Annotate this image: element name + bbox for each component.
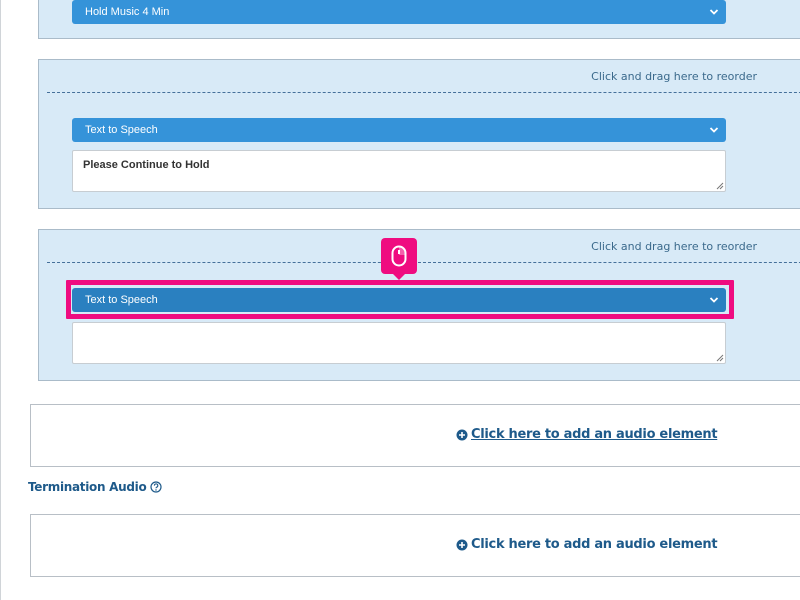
add-audio-element-label: Click here to add an audio element — [471, 427, 718, 442]
drag-divider-2 — [47, 92, 800, 93]
add-audio-element-link[interactable]: Click here to add an audio element — [456, 427, 718, 442]
click-indicator-tooltip — [381, 238, 417, 280]
chevron-down-icon — [709, 127, 719, 133]
audio-element-card-2[interactable]: Click and drag here to reorder Text to S… — [38, 59, 800, 209]
termination-audio-heading: Termination Audio — [28, 480, 163, 494]
drag-divider-3 — [47, 262, 800, 263]
audio-element-card-1: Hold Music 4 Min — [38, 0, 800, 39]
chevron-down-icon — [709, 9, 719, 15]
drag-handle-label-2[interactable]: Click and drag here to reorder — [39, 70, 777, 83]
tts-textarea-3[interactable] — [72, 322, 726, 364]
audio-type-select-1[interactable]: Hold Music 4 Min — [72, 0, 726, 24]
termination-add-audio-label: Click here to add an audio element — [471, 537, 718, 552]
audio-type-select-2-value: Text to Speech — [85, 124, 158, 136]
tts-textarea-2[interactable]: Please Continue to Hold — [72, 150, 726, 192]
audio-type-select-1-value: Hold Music 4 Min — [85, 6, 170, 18]
plus-circle-icon — [456, 429, 468, 440]
add-audio-element-box: Click here to add an audio element — [30, 404, 800, 467]
page-left-border — [0, 0, 1, 600]
mouse-icon — [391, 245, 407, 267]
termination-add-audio-link[interactable]: Click here to add an audio element — [456, 537, 718, 552]
audio-type-select-2[interactable]: Text to Speech — [72, 118, 726, 142]
click-target-highlight — [66, 280, 734, 319]
plus-circle-icon — [456, 539, 468, 550]
termination-add-audio-box: Click here to add an audio element — [30, 514, 800, 577]
resize-grip-icon[interactable] — [715, 181, 724, 190]
termination-audio-title: Termination Audio — [28, 480, 147, 494]
help-circle-icon[interactable] — [150, 481, 163, 493]
resize-grip-icon[interactable] — [715, 353, 724, 362]
tts-textarea-2-value: Please Continue to Hold — [83, 159, 210, 171]
